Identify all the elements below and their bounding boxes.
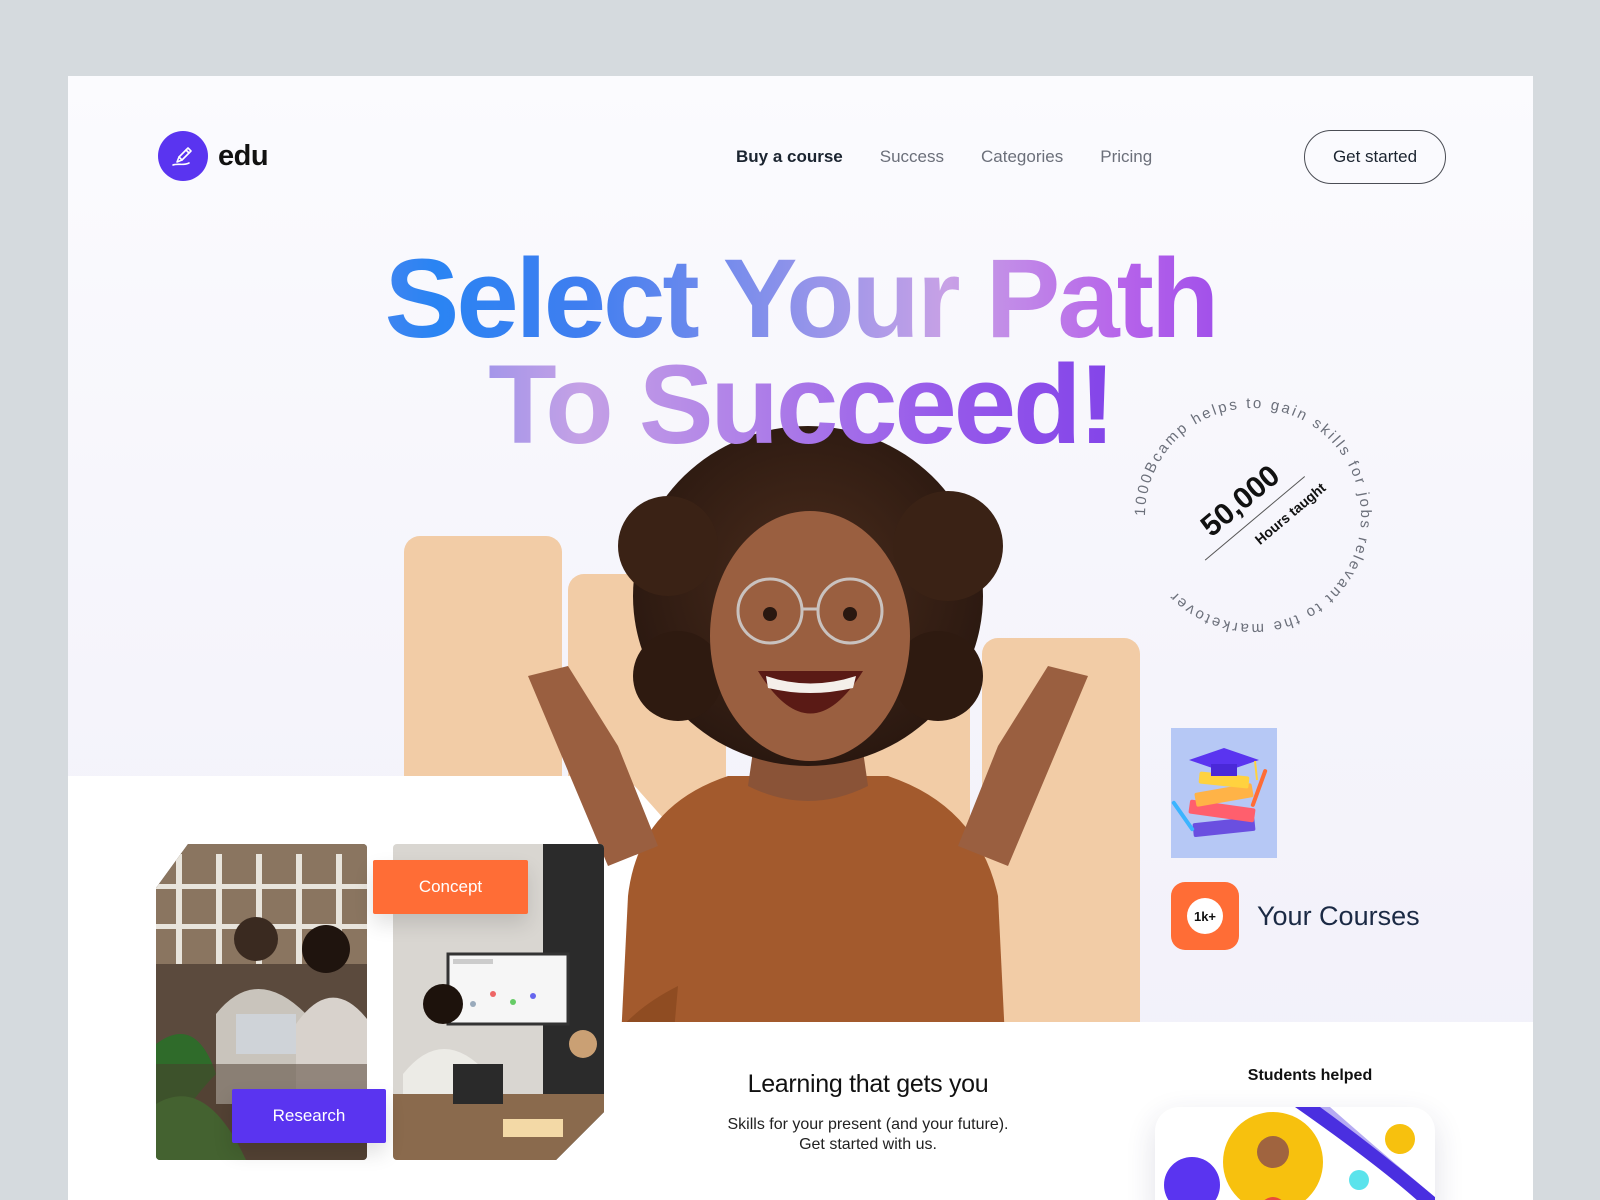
courses-count-badge: 1k+ xyxy=(1187,898,1223,934)
main-nav: Buy a course Success Categories Pricing xyxy=(736,147,1152,167)
svg-text:1000Bcamp helps to gain skills: 1000Bcamp helps to gain skills for jobs … xyxy=(1132,395,1374,637)
learning-title: Learning that gets you xyxy=(747,1070,989,1098)
courses-count-icon: 1k+ xyxy=(1171,882,1239,950)
logo[interactable]: edu xyxy=(158,131,269,181)
nav-pricing[interactable]: Pricing xyxy=(1100,147,1152,167)
courses-label: Your Courses xyxy=(1257,900,1420,931)
students-helped-label: Students helped xyxy=(1247,1067,1373,1084)
nav-success[interactable]: Success xyxy=(880,147,944,167)
headline-line-1: Select Your Path xyxy=(68,243,1533,355)
your-courses[interactable]: 1k+ Your Courses xyxy=(1171,882,1420,950)
graduation-books-image xyxy=(1171,728,1277,858)
learning-line-1: Skills for your present (and your future… xyxy=(727,1116,1009,1133)
badge-ring-text: 1000Bcamp helps to gain skills for jobs … xyxy=(1132,395,1372,637)
nav-categories[interactable]: Categories xyxy=(981,147,1063,167)
learning-section: Learning that gets you Skills for your p… xyxy=(668,1070,1068,1155)
research-tag[interactable]: Research xyxy=(232,1089,386,1143)
hero-student-image xyxy=(528,426,1088,1100)
get-started-button[interactable]: Get started xyxy=(1304,130,1446,184)
landing-page: edu Buy a course Success Categories Pric… xyxy=(68,76,1533,1200)
pen-nib-icon xyxy=(158,131,208,181)
nav-buy-a-course[interactable]: Buy a course xyxy=(736,147,843,167)
concept-tag[interactable]: Concept xyxy=(373,860,528,914)
learning-line-2: Get started with us. xyxy=(799,1136,937,1153)
hours-taught-badge: 1000Bcamp helps to gain skills for jobs … xyxy=(1132,395,1374,637)
brand-name: edu xyxy=(218,139,269,172)
students-helped-card[interactable] xyxy=(1155,1107,1435,1200)
